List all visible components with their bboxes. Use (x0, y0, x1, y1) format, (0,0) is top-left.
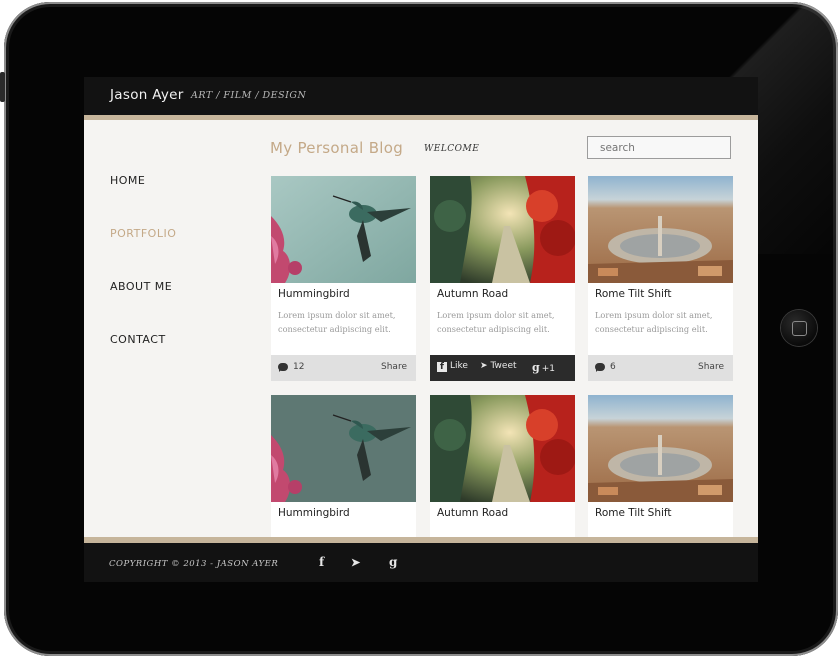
twitter-icon: ➤ (480, 361, 488, 371)
card-excerpt: Lorem ipsum dolor sit amet, consectetur … (278, 310, 396, 334)
comment-icon[interactable] (595, 363, 605, 372)
page-title: My Personal Blog (270, 139, 404, 157)
nav-item-contact[interactable]: CONTACT (110, 333, 166, 346)
card-social-bar: f Like ➤ Tweet g +1 (430, 355, 575, 381)
card-title[interactable]: Autumn Road (437, 507, 508, 519)
tablet-home-button[interactable] (781, 310, 817, 346)
google-plus-button[interactable]: g +1 (532, 361, 555, 374)
card-action-bar: 12 Share (271, 355, 416, 381)
card-title[interactable]: Rome Tilt Shift (595, 288, 672, 300)
facebook-icon: f (437, 362, 447, 372)
hummingbird-photo[interactable] (271, 176, 416, 283)
nav-item-home[interactable]: HOME (110, 174, 145, 187)
facebook-like-button[interactable]: f Like (437, 361, 468, 372)
tablet-side-button (0, 72, 5, 102)
like-label: Like (450, 361, 468, 371)
plus-one-label: +1 (541, 364, 555, 374)
blog-card-rome-tilt-shift[interactable]: Rome Tilt Shift (588, 395, 733, 537)
card-action-bar: 6 Share (588, 355, 733, 381)
facebook-icon[interactable]: f (319, 555, 324, 569)
rome-tilt-shift-photo[interactable] (588, 395, 733, 502)
nav-item-about-me[interactable]: ABOUT ME (110, 280, 172, 293)
blog-card-autumn-road[interactable]: Autumn Road Lorem ipsum dolor sit amet, … (430, 176, 575, 381)
share-link[interactable]: Share (381, 362, 407, 372)
comment-count[interactable]: 12 (293, 362, 304, 372)
site-header: Jason Ayer ART / FILM / DESIGN (84, 77, 758, 115)
site-tagline: ART / FILM / DESIGN (191, 90, 307, 101)
blog-card-hummingbird[interactable]: Hummingbird (271, 395, 416, 537)
autumn-road-photo[interactable] (430, 176, 575, 283)
card-excerpt: Lorem ipsum dolor sit amet, consectetur … (595, 310, 713, 334)
home-button-square-icon (792, 321, 807, 336)
site-name[interactable]: Jason Ayer (110, 87, 184, 103)
site-footer: COPYRIGHT © 2013 - JASON AYER f ➤ g (84, 543, 758, 582)
card-title[interactable]: Rome Tilt Shift (595, 507, 672, 519)
hummingbird-photo[interactable] (271, 395, 416, 502)
share-link[interactable]: Share (698, 362, 724, 372)
comment-icon[interactable] (278, 363, 288, 372)
tweet-label: Tweet (490, 361, 517, 371)
rome-tilt-shift-photo[interactable] (588, 176, 733, 283)
card-title[interactable]: Autumn Road (437, 288, 508, 300)
card-title[interactable]: Hummingbird (278, 507, 350, 519)
copyright-text: COPYRIGHT © 2013 - JASON AYER (109, 559, 279, 569)
blog-card-autumn-road[interactable]: Autumn Road (430, 395, 575, 537)
google-plus-icon: g (532, 361, 540, 374)
autumn-road-photo[interactable] (430, 395, 575, 502)
google-plus-icon[interactable]: g (389, 555, 397, 569)
welcome-label: WELCOME (424, 144, 480, 154)
comment-count[interactable]: 6 (610, 362, 616, 372)
twitter-icon[interactable]: ➤ (351, 556, 360, 569)
tweet-button[interactable]: ➤ Tweet (480, 361, 517, 371)
card-excerpt: Lorem ipsum dolor sit amet, consectetur … (437, 310, 555, 334)
blog-card-rome-tilt-shift[interactable]: Rome Tilt Shift Lorem ipsum dolor sit am… (588, 176, 733, 381)
blog-card-hummingbird[interactable]: Hummingbird Lorem ipsum dolor sit amet, … (271, 176, 416, 381)
website-screen: Jason Ayer ART / FILM / DESIGN My Person… (84, 77, 758, 582)
card-title[interactable]: Hummingbird (278, 288, 350, 300)
nav-item-portfolio[interactable]: PORTFOLIO (110, 227, 176, 240)
search-input[interactable] (587, 136, 731, 159)
header-accent-stripe (84, 115, 758, 120)
